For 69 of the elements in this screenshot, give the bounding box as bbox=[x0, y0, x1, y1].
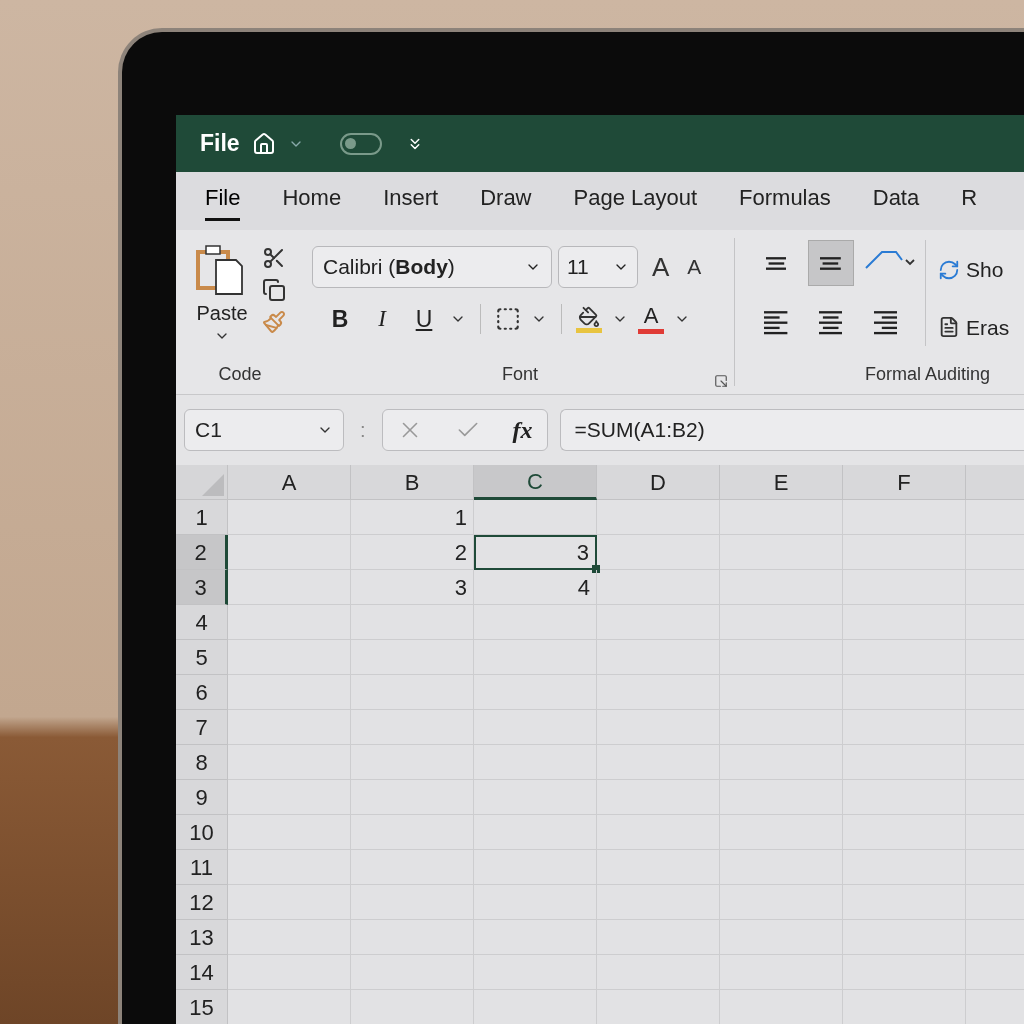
row-header[interactable]: 11 bbox=[176, 850, 228, 885]
triangle-icon bbox=[202, 474, 224, 496]
font-size-dropdown[interactable]: 11 bbox=[558, 246, 638, 288]
separator-text: : bbox=[360, 418, 366, 443]
table-cell: 1 bbox=[351, 500, 474, 535]
ribbon-tab[interactable]: R bbox=[961, 181, 978, 221]
show-formulas-button[interactable]: Sho bbox=[938, 254, 1010, 286]
ribbon-tab[interactable]: Home bbox=[282, 181, 342, 221]
column-header[interactable]: B bbox=[351, 465, 474, 500]
table-cell: 2 bbox=[351, 535, 474, 570]
erase-button[interactable]: Eras bbox=[938, 311, 1010, 343]
row-header[interactable]: 8 bbox=[176, 745, 228, 780]
align-icon bbox=[818, 311, 843, 335]
row-header[interactable]: 15 bbox=[176, 990, 228, 1024]
row-header[interactable]: 6 bbox=[176, 675, 228, 710]
table-cell: 3 bbox=[474, 535, 597, 570]
name-box[interactable]: C1 bbox=[184, 409, 344, 451]
cut-icon[interactable] bbox=[262, 246, 286, 270]
ribbon-tab[interactable]: File bbox=[205, 181, 241, 221]
row-header[interactable]: 3 bbox=[176, 570, 228, 605]
align-icon bbox=[765, 256, 787, 270]
align-icon bbox=[820, 256, 842, 270]
copy-icon[interactable] bbox=[262, 278, 286, 302]
font-name-dropdown[interactable]: Calibri (Body) bbox=[312, 246, 552, 288]
column-header[interactable]: D bbox=[597, 465, 720, 500]
row-header[interactable]: 13 bbox=[176, 920, 228, 955]
ribbon-tab[interactable]: Page Layout bbox=[573, 181, 698, 221]
paste-button[interactable]: Paste bbox=[194, 242, 250, 344]
format-button[interactable]: I bbox=[366, 302, 398, 337]
column-header[interactable]: C bbox=[474, 465, 597, 500]
autosave-toggle[interactable] bbox=[339, 132, 382, 155]
align-icon bbox=[764, 311, 788, 335]
grow-font-button[interactable]: A bbox=[652, 247, 670, 287]
table-cell: 3 bbox=[351, 570, 474, 605]
dialog-launcher-icon[interactable] bbox=[714, 374, 728, 388]
formula-input[interactable]: =SUM(A1:B2) bbox=[559, 409, 1024, 451]
ribbon-tab[interactable]: Insert bbox=[383, 181, 439, 221]
ribbon-tab[interactable]: Formulas bbox=[739, 181, 831, 221]
row-header[interactable]: 9 bbox=[176, 780, 228, 815]
format-button[interactable]: U bbox=[408, 302, 440, 337]
column-header[interactable]: F bbox=[843, 465, 966, 500]
row-header[interactable]: 5 bbox=[176, 640, 228, 675]
row-header[interactable]: 1 bbox=[176, 500, 228, 535]
document-icon bbox=[938, 316, 960, 339]
group-label: Formal Auditing bbox=[865, 363, 992, 386]
column-header[interactable]: A bbox=[228, 465, 351, 500]
insert-function-button[interactable]: fx bbox=[512, 412, 533, 448]
title-text: File bbox=[200, 129, 240, 159]
row-header[interactable]: 2 bbox=[176, 535, 228, 570]
row-header[interactable]: 7 bbox=[176, 710, 228, 745]
fill-color-icon[interactable] bbox=[576, 305, 602, 333]
group-label: Font bbox=[502, 363, 538, 386]
row-header[interactable]: 4 bbox=[176, 605, 228, 640]
borders-icon[interactable] bbox=[495, 306, 521, 333]
row-header[interactable]: 10 bbox=[176, 815, 228, 850]
fill-handle[interactable] bbox=[592, 565, 600, 573]
shrink-font-button[interactable]: A bbox=[687, 251, 702, 283]
ribbon-tab[interactable]: Draw bbox=[480, 181, 532, 221]
refresh-icon bbox=[938, 258, 960, 281]
row-header[interactable]: 14 bbox=[176, 955, 228, 990]
group-label: Code bbox=[218, 363, 262, 386]
row-header[interactable]: 12 bbox=[176, 885, 228, 920]
ribbon-tab[interactable]: Data bbox=[872, 181, 920, 221]
table-cell: 4 bbox=[474, 570, 597, 605]
format-button[interactable]: B bbox=[324, 302, 356, 337]
font-color-button[interactable]: A bbox=[638, 304, 664, 334]
align-button[interactable] bbox=[807, 240, 854, 286]
column-header[interactable]: E bbox=[720, 465, 843, 500]
align-icon bbox=[873, 311, 897, 335]
